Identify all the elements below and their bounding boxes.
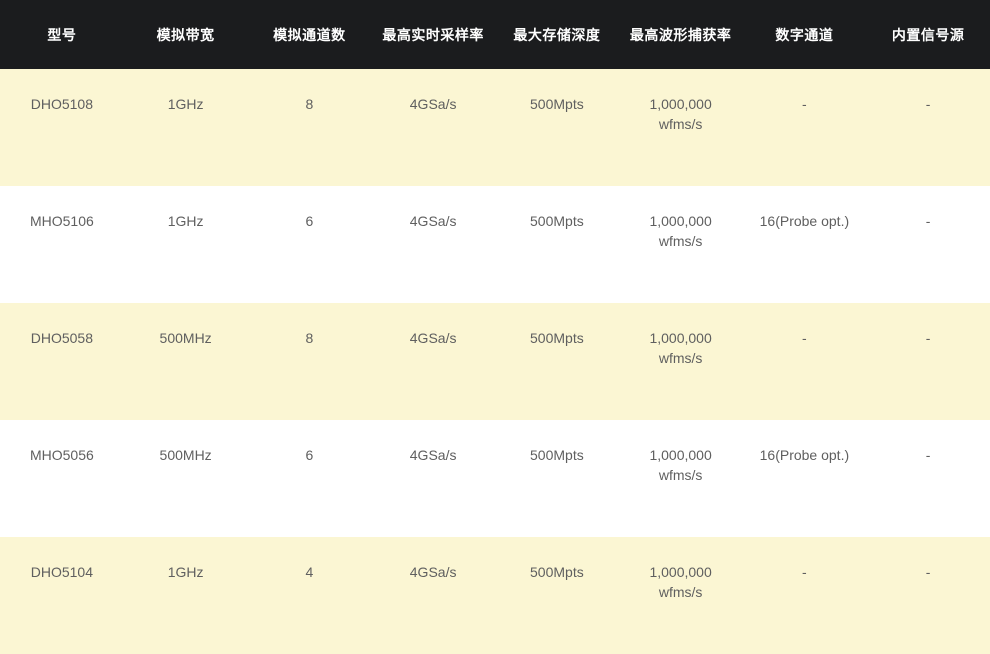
cell-sample-rate: 4GSa/s — [409, 96, 457, 112]
cell-sample-rate: 4GSa/s — [409, 213, 457, 229]
table-row: MHO5106 1GHz 6 4GSa/s 500Mpts 1,000,000 … — [0, 186, 990, 303]
header-memory: 最大存储深度 — [513, 26, 601, 43]
header-channels: 模拟通道数 — [273, 26, 346, 43]
cell-capture-rate: 1,000,000 wfms/s — [619, 537, 743, 654]
cell-bandwidth: 500MHz — [159, 447, 212, 463]
table-row: DHO5104 1GHz 4 4GSa/s 500Mpts 1,000,000 … — [0, 537, 990, 654]
cell-channels: 6 — [305, 447, 314, 463]
cell-memory: 500Mpts — [530, 564, 584, 580]
cell-memory: 500Mpts — [530, 330, 584, 346]
header-row: 型号 模拟带宽 模拟通道数 最高实时采样率 最大存储深度 最高波形捕获率 数字通… — [0, 0, 990, 69]
header-capture-rate: 最高波形捕获率 — [629, 26, 732, 43]
cell-signal-generator: - — [925, 213, 931, 229]
capture-rate-value: 1,000,000 — [649, 213, 712, 229]
cell-sample-rate: 4GSa/s — [409, 564, 457, 580]
cell-bandwidth: 1GHz — [167, 96, 204, 112]
capture-rate-value: 1,000,000 — [649, 564, 712, 580]
cell-channels: 8 — [305, 330, 314, 346]
cell-channels: 8 — [305, 96, 314, 112]
capture-rate-unit: wfms/s — [658, 350, 703, 366]
capture-rate-value: 1,000,000 — [649, 447, 712, 463]
cell-sample-rate: 4GSa/s — [409, 330, 457, 346]
cell-digital-channels: - — [802, 96, 807, 112]
cell-memory: 500Mpts — [530, 96, 584, 112]
cell-digital-channels: - — [802, 330, 807, 346]
cell-bandwidth: 500MHz — [159, 330, 212, 346]
cell-bandwidth: 1GHz — [167, 564, 204, 580]
cell-capture-rate: 1,000,000 wfms/s — [619, 303, 743, 420]
cell-capture-rate: 1,000,000 wfms/s — [619, 69, 743, 186]
header-bandwidth: 模拟带宽 — [156, 26, 215, 43]
cell-capture-rate: 1,000,000 wfms/s — [619, 186, 743, 303]
cell-signal-generator: - — [925, 330, 931, 346]
cell-digital-channels: 16(Probe opt.) — [759, 213, 850, 229]
cell-model: MHO5056 — [29, 447, 94, 463]
header-digital-channels: 数字通道 — [775, 26, 834, 43]
cell-signal-generator: - — [925, 564, 931, 580]
table-row: DHO5058 500MHz 8 4GSa/s 500Mpts 1,000,00… — [0, 303, 990, 420]
header-model: 型号 — [47, 26, 77, 43]
cell-sample-rate: 4GSa/s — [409, 447, 457, 463]
table-row: DHO5108 1GHz 8 4GSa/s 500Mpts 1,000,000 … — [0, 69, 990, 186]
spec-table: 型号 模拟带宽 模拟通道数 最高实时采样率 最大存储深度 最高波形捕获率 数字通… — [0, 0, 990, 654]
table-row: MHO5056 500MHz 6 4GSa/s 500Mpts 1,000,00… — [0, 420, 990, 537]
cell-model: DHO5058 — [30, 330, 93, 346]
cell-model: MHO5106 — [29, 213, 94, 229]
cell-channels: 4 — [305, 564, 314, 580]
header-signal-generator: 内置信号源 — [891, 26, 965, 43]
cell-signal-generator: - — [925, 96, 931, 112]
cell-bandwidth: 1GHz — [167, 213, 204, 229]
cell-model: DHO5104 — [30, 564, 93, 580]
cell-digital-channels: - — [802, 564, 807, 580]
capture-rate-unit: wfms/s — [658, 116, 703, 132]
cell-channels: 6 — [305, 213, 314, 229]
capture-rate-unit: wfms/s — [658, 584, 703, 600]
capture-rate-unit: wfms/s — [658, 233, 703, 249]
cell-signal-generator: - — [925, 447, 931, 463]
table-body: DHO5108 1GHz 8 4GSa/s 500Mpts 1,000,000 … — [0, 69, 990, 654]
table-header: 型号 模拟带宽 模拟通道数 最高实时采样率 最大存储深度 最高波形捕获率 数字通… — [0, 0, 990, 69]
cell-model: DHO5108 — [30, 96, 93, 112]
cell-memory: 500Mpts — [530, 213, 584, 229]
capture-rate-unit: wfms/s — [658, 467, 703, 483]
cell-digital-channels: 16(Probe opt.) — [759, 447, 850, 463]
capture-rate-value: 1,000,000 — [649, 96, 712, 112]
header-sample-rate: 最高实时采样率 — [382, 26, 484, 43]
cell-memory: 500Mpts — [530, 447, 584, 463]
capture-rate-value: 1,000,000 — [649, 330, 712, 346]
cell-capture-rate: 1,000,000 wfms/s — [619, 420, 743, 537]
